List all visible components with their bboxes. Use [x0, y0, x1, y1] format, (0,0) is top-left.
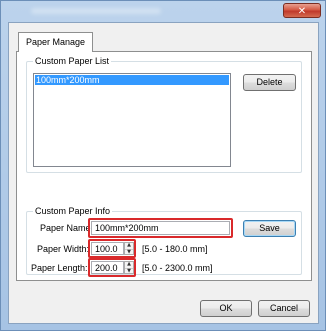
custom-paper-info-group: Custom Paper Info Paper Name: 100mm*200m…	[26, 205, 302, 277]
paper-name-label: Paper Name:	[40, 223, 94, 233]
dialog-client-area: Paper Manage Custom Paper List 100mm*200…	[8, 22, 319, 324]
tab-paper-manage[interactable]: Paper Manage	[18, 32, 94, 52]
dialog-window: ✕ Paper Manage Custom Paper List 100mm*2…	[0, 0, 326, 331]
paper-width-label: Paper Width:	[37, 244, 90, 254]
paper-width-range: [5.0 - 180.0 mm]	[142, 244, 208, 254]
delete-button[interactable]: Delete	[243, 74, 296, 91]
custom-paper-list-title: Custom Paper List	[33, 55, 112, 67]
paper-width-highlight	[88, 239, 136, 258]
paper-name-highlight	[88, 218, 233, 238]
title-bar[interactable]: ✕	[1, 1, 325, 21]
paper-length-highlight	[88, 258, 136, 277]
tab-panel: Custom Paper List 100mm*200mm Delete Cus…	[16, 51, 312, 281]
paper-length-label: Paper Length:	[31, 263, 88, 273]
save-button[interactable]: Save	[243, 220, 296, 237]
cancel-button[interactable]: Cancel	[258, 300, 310, 317]
ok-button[interactable]: OK	[200, 300, 252, 317]
list-item[interactable]: 100mm*200mm	[35, 75, 229, 85]
close-icon[interactable]: ✕	[283, 3, 321, 18]
custom-paper-list-group: Custom Paper List 100mm*200mm Delete	[26, 55, 302, 173]
paper-listbox[interactable]: 100mm*200mm	[33, 73, 231, 167]
window-title-blurred	[31, 8, 161, 14]
paper-length-range: [5.0 - 2300.0 mm]	[142, 263, 213, 273]
custom-paper-info-title: Custom Paper Info	[33, 205, 113, 217]
